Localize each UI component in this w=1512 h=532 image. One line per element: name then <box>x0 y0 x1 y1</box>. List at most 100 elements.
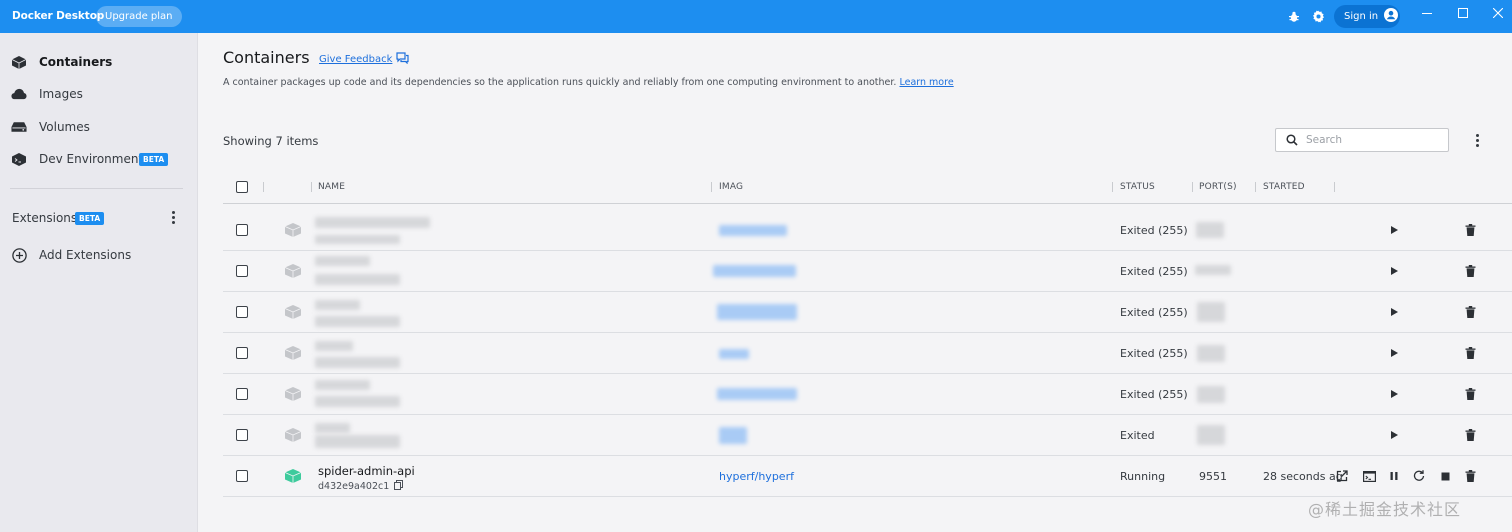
start-icon[interactable] <box>1386 386 1402 402</box>
gear-icon[interactable] <box>1311 9 1326 24</box>
select-all-checkbox[interactable] <box>236 181 248 193</box>
row-checkbox[interactable] <box>236 265 248 277</box>
container-icon <box>284 223 302 237</box>
row-checkbox[interactable] <box>236 224 248 236</box>
status-text: Exited (255) <box>1120 388 1188 401</box>
redacted-image <box>717 388 797 400</box>
container-icon <box>284 428 302 442</box>
column-header-name[interactable]: NAME <box>318 182 345 192</box>
table-header: NAME IMAG STATUS PORT(S) STARTED <box>223 171 1512 204</box>
row-checkbox[interactable] <box>236 388 248 400</box>
container-id-text: d432e9a402c1 <box>318 481 390 492</box>
learn-more-link[interactable]: Learn more <box>899 77 953 88</box>
extensions-menu-icon[interactable] <box>172 211 175 224</box>
description-text: A container packages up code and its dep… <box>223 77 897 88</box>
container-icon <box>284 387 302 401</box>
container-icon <box>11 54 27 70</box>
port-text[interactable]: 9551 <box>1199 470 1227 483</box>
sidebar-item-volumes[interactable]: Volumes <box>0 113 197 141</box>
redacted-port <box>1197 386 1225 403</box>
table-row[interactable]: Exited (255) <box>223 210 1512 251</box>
close-icon[interactable] <box>1488 5 1508 21</box>
delete-icon[interactable] <box>1462 468 1478 484</box>
status-text: Exited (255) <box>1120 224 1188 237</box>
add-extensions-button[interactable]: Add Extensions <box>0 241 197 269</box>
status-text: Running <box>1120 470 1166 483</box>
sidebar-item-images[interactable]: Images <box>0 80 197 108</box>
column-divider <box>711 182 712 192</box>
add-circle-icon <box>11 247 27 263</box>
search-input[interactable] <box>1306 134 1436 146</box>
container-id: d432e9a402c1 <box>318 480 404 493</box>
column-header-ports[interactable]: PORT(S) <box>1199 182 1237 192</box>
row-checkbox[interactable] <box>236 306 248 318</box>
open-in-browser-icon[interactable] <box>1334 468 1350 484</box>
bug-icon[interactable] <box>1286 9 1301 24</box>
container-icon <box>284 305 302 319</box>
main-content: Containers Give Feedback A container pac… <box>199 33 1512 532</box>
minimize-icon[interactable] <box>1417 5 1437 21</box>
beta-badge: BETA <box>75 212 105 225</box>
stop-icon[interactable] <box>1437 468 1453 484</box>
table-row[interactable]: Exited (255) <box>223 292 1512 333</box>
sidebar-item-label: Images <box>39 87 83 101</box>
delete-icon[interactable] <box>1462 222 1478 238</box>
container-image-link[interactable]: hyperf/hyperf <box>719 470 794 483</box>
watermark: @稀土掘金技术社区 <box>1308 500 1462 519</box>
sidebar: Containers Images Volumes Dev Environmen… <box>0 33 198 532</box>
column-divider <box>1112 182 1113 192</box>
status-text: Exited (255) <box>1120 306 1188 319</box>
delete-icon[interactable] <box>1462 427 1478 443</box>
delete-icon[interactable] <box>1462 263 1478 279</box>
give-feedback-label: Give Feedback <box>319 54 393 65</box>
upgrade-plan-button[interactable]: Upgrade plan <box>96 6 182 27</box>
container-name[interactable]: spider-admin-api <box>318 464 415 478</box>
redacted-port <box>1195 265 1231 275</box>
search-box[interactable] <box>1275 128 1449 152</box>
table-row[interactable]: Exited (255) <box>223 374 1512 415</box>
row-checkbox[interactable] <box>236 470 248 482</box>
redacted-image <box>719 225 787 236</box>
sign-in-button[interactable]: Sign in <box>1334 5 1400 28</box>
column-header-status[interactable]: STATUS <box>1120 182 1155 192</box>
delete-icon[interactable] <box>1462 304 1478 320</box>
redacted-image <box>719 427 747 444</box>
copy-icon[interactable] <box>394 480 404 493</box>
column-header-started[interactable]: STARTED <box>1263 182 1305 192</box>
sidebar-item-containers[interactable]: Containers <box>0 48 197 76</box>
maximize-icon[interactable] <box>1453 5 1473 21</box>
table-row[interactable]: Exited (255) <box>223 251 1512 292</box>
cli-icon[interactable] <box>1361 468 1377 484</box>
start-icon[interactable] <box>1386 263 1402 279</box>
dev-env-icon <box>11 151 27 167</box>
column-divider <box>1192 182 1193 192</box>
redacted-port <box>1197 425 1225 445</box>
start-icon[interactable] <box>1386 304 1402 320</box>
table-row[interactable]: Exited <box>223 415 1512 456</box>
give-feedback-link[interactable]: Give Feedback <box>319 52 410 67</box>
redacted-id <box>315 357 400 368</box>
delete-icon[interactable] <box>1462 345 1478 361</box>
container-icon <box>284 346 302 360</box>
item-count: Showing 7 items <box>223 134 319 148</box>
delete-icon[interactable] <box>1462 386 1478 402</box>
sidebar-divider <box>10 188 183 189</box>
sidebar-item-dev-environments[interactable]: Dev Environments BETA <box>0 145 197 173</box>
table-row[interactable]: Exited (255) <box>223 333 1512 374</box>
column-header-image[interactable]: IMAG <box>719 182 743 192</box>
more-options-icon[interactable] <box>1471 132 1483 148</box>
row-checkbox[interactable] <box>236 347 248 359</box>
table-row[interactable]: spider-admin-api d432e9a402c1 hyperf/hyp… <box>223 456 1512 497</box>
column-divider <box>1255 182 1256 192</box>
start-icon[interactable] <box>1386 427 1402 443</box>
add-extensions-label: Add Extensions <box>39 248 132 262</box>
restart-icon[interactable] <box>1411 468 1427 484</box>
pause-icon[interactable] <box>1386 468 1402 484</box>
status-text: Exited (255) <box>1120 265 1188 278</box>
redacted-image <box>719 349 749 359</box>
start-icon[interactable] <box>1386 345 1402 361</box>
sidebar-item-label: Dev Environments <box>39 152 150 166</box>
row-checkbox[interactable] <box>236 429 248 441</box>
start-icon[interactable] <box>1386 222 1402 238</box>
status-text: Exited <box>1120 429 1155 442</box>
